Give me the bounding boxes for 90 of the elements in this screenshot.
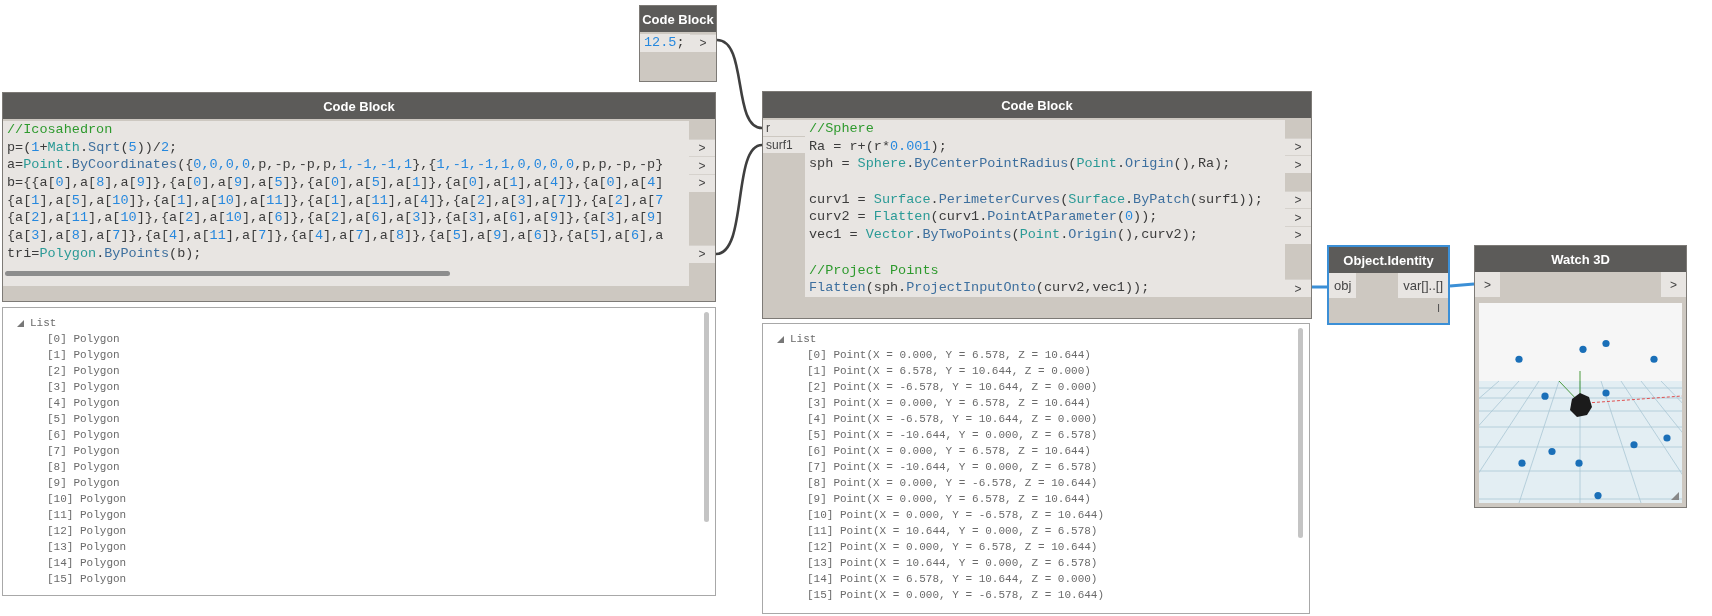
list-item: [2] Point(X = -6.578, Y = 10.644, Z = 0.000) <box>806 380 1099 395</box>
code-line: curv2 = Flatten(curv1.PointAtParameter(0)); <box>808 208 1158 227</box>
list-item: [9] Polygon <box>46 476 121 491</box>
lacing-mark[interactable]: I <box>1436 302 1440 314</box>
output-port[interactable]: > <box>689 174 715 192</box>
watch-node[interactable]: Watch 3D > > <box>1474 245 1687 508</box>
list-item: [9] Point(X = 0.000, Y = 6.578, Z = 10.644) <box>806 492 1092 507</box>
code-editor[interactable]: 12.5; <box>640 34 690 52</box>
output-port[interactable]: > <box>1285 155 1311 174</box>
list-item: [4] Polygon <box>46 396 121 411</box>
expand-icon[interactable] <box>17 319 24 327</box>
output-port[interactable]: > <box>689 156 715 175</box>
output-port[interactable]: > <box>689 138 715 157</box>
code-editor[interactable] <box>3 121 689 286</box>
list-item: [14] Point(X = 6.578, Y = 10.644, Z = 0.000) <box>806 572 1099 587</box>
list-root[interactable]: List <box>30 317 57 329</box>
list-item: [6] Polygon <box>46 428 121 443</box>
code-line: {a[3],a[8],a[7]},{a[4],a[11],a[7]},{a[4],a[7],a[8]},{a[5],a[9],a[6]},{a[5],a[6],a <box>6 227 664 245</box>
wire <box>1312 285 1327 289</box>
code-line: Flatten(sph.ProjectInputOnto(curv2,vec1)); <box>808 279 1150 297</box>
code-line: tri=Polygon.ByPoints(b); <box>6 244 202 263</box>
code-line: curv1 = Surface.PerimeterCurves(Surface.ByPatch(surf1)); <box>808 190 1263 209</box>
list-item: [2] Polygon <box>46 364 121 379</box>
list-item: [7] Point(X = -10.644, Y = 0.000, Z = 6.578) <box>806 460 1099 475</box>
list-item: [8] Polygon <box>46 460 121 475</box>
list-item: [15] Point(X = 0.000, Y = -6.578, Z = 10.644) <box>806 588 1106 603</box>
code-block-node[interactable] <box>762 91 1312 319</box>
node-title: Object.Identity <box>1329 247 1448 273</box>
code-line: {a[1],a[5],a[10]},{a[1],a[10],a[11]},{a[1],a[11],a[4]},{a[2],a[3],a[7]},{a[2],a[7 <box>6 191 664 210</box>
output-port[interactable]: > <box>690 34 716 52</box>
output-port[interactable]: var[]..[] <box>1398 273 1448 298</box>
list-item: [0] Point(X = 0.000, Y = 6.578, Z = 10.644) <box>806 348 1092 363</box>
identity-node[interactable]: Object.Identity obj var[]..[] I <box>1327 245 1450 325</box>
resize-grip-icon[interactable] <box>1671 492 1679 500</box>
node-title: Code Block <box>763 92 1311 118</box>
list-item: [8] Point(X = 0.000, Y = -6.578, Z = 10.644) <box>806 476 1099 491</box>
code-line: Ra = r+(r*0.001); <box>808 137 947 156</box>
list-item: [3] Polygon <box>46 380 121 395</box>
list-item: [10] Point(X = 0.000, Y = -6.578, Z = 10.644) <box>806 508 1106 523</box>
input-port[interactable]: surf1 <box>763 137 805 154</box>
list-item: [5] Point(X = -10.644, Y = 0.000, Z = 6.578) <box>806 428 1099 443</box>
list-item: [14] Polygon <box>46 556 128 571</box>
wire <box>1449 282 1475 288</box>
code-line: //Sphere <box>808 120 874 138</box>
code-line: b={{a[0],a[8],a[9]},{a[0],a[9],a[5]},{a[0],a[5],a[1]},{a[0],a[1],a[4]},{a[0],a[4] <box>6 174 664 192</box>
list-item: [5] Polygon <box>46 412 121 427</box>
input-port[interactable]: obj <box>1329 273 1357 298</box>
node-title: Code Block <box>3 93 715 119</box>
code-line: p=(1+Math.Sqrt(5))/2; <box>6 138 178 157</box>
code-editor[interactable] <box>805 120 1285 297</box>
list-item: [4] Point(X = -6.578, Y = 10.644, Z = 0.000) <box>806 412 1099 427</box>
list-item: [6] Point(X = 0.000, Y = 6.578, Z = 10.644) <box>806 444 1092 459</box>
list-item: [13] Point(X = 10.644, Y = 0.000, Z = 6.578) <box>806 556 1099 571</box>
scrollbar[interactable] <box>704 312 709 522</box>
output-port[interactable]: > <box>1661 272 1686 297</box>
code-line: 12.5; <box>643 34 685 52</box>
list-item: [10] Polygon <box>46 492 128 507</box>
input-port[interactable]: > <box>1475 272 1500 297</box>
list-item: [3] Point(X = 0.000, Y = 6.578, Z = 10.644) <box>806 396 1092 411</box>
code-line: vec1 = Vector.ByTwoPoints(Point.Origin(),curv2); <box>808 226 1198 244</box>
scrollbar[interactable] <box>5 270 450 276</box>
code-line: {a[2],a[11],a[10]},{a[2],a[10],a[6]},{a[2],a[6],a[3]},{a[3],a[6],a[9]},{a[3],a[9] <box>6 209 664 228</box>
node-title: Code Block <box>640 6 716 32</box>
list-item: [11] Polygon <box>46 508 128 523</box>
output-port[interactable]: > <box>1285 208 1311 227</box>
code-line: sph = Sphere.ByCenterPointRadius(Point.Origin(),Ra); <box>808 155 1231 174</box>
list-item: [12] Polygon <box>46 524 128 539</box>
output-port[interactable]: > <box>1285 226 1311 244</box>
output-port[interactable]: > <box>689 244 715 263</box>
output-port[interactable]: > <box>1285 190 1311 209</box>
code-line: a=Point.ByCoordinates({0,0,0,0,p,-p,-p,p,1,-1,-1,1},{1,-1,-1,1,0,0,0,0,p,p,-p,-p} <box>6 156 664 175</box>
code-block-node[interactable] <box>2 92 716 302</box>
list-item: [15] Polygon <box>46 572 128 587</box>
code-line: //Icosahedron <box>6 121 113 139</box>
input-port[interactable]: r <box>763 120 805 137</box>
code-line: //Project Points <box>808 261 939 280</box>
list-item: [7] Polygon <box>46 444 121 459</box>
output-port[interactable]: > <box>1285 279 1311 297</box>
list-item: [1] Polygon <box>46 348 121 363</box>
expand-icon[interactable] <box>777 335 784 343</box>
list-item: [0] Polygon <box>46 332 121 347</box>
output-port[interactable]: > <box>1285 137 1311 156</box>
list-root[interactable]: List <box>790 333 817 345</box>
code-block-node[interactable]: Code Block 12.5; > <box>639 5 717 82</box>
node-title: Watch 3D <box>1475 246 1686 272</box>
list-item: [1] Point(X = 6.578, Y = 10.644, Z = 0.000) <box>806 364 1092 379</box>
list-item: [11] Point(X = 10.644, Y = 0.000, Z = 6.578) <box>806 524 1099 539</box>
list-item: [12] Point(X = 0.000, Y = 6.578, Z = 10.644) <box>806 540 1099 555</box>
scrollbar[interactable] <box>1298 328 1303 538</box>
list-item: [13] Polygon <box>46 540 128 555</box>
